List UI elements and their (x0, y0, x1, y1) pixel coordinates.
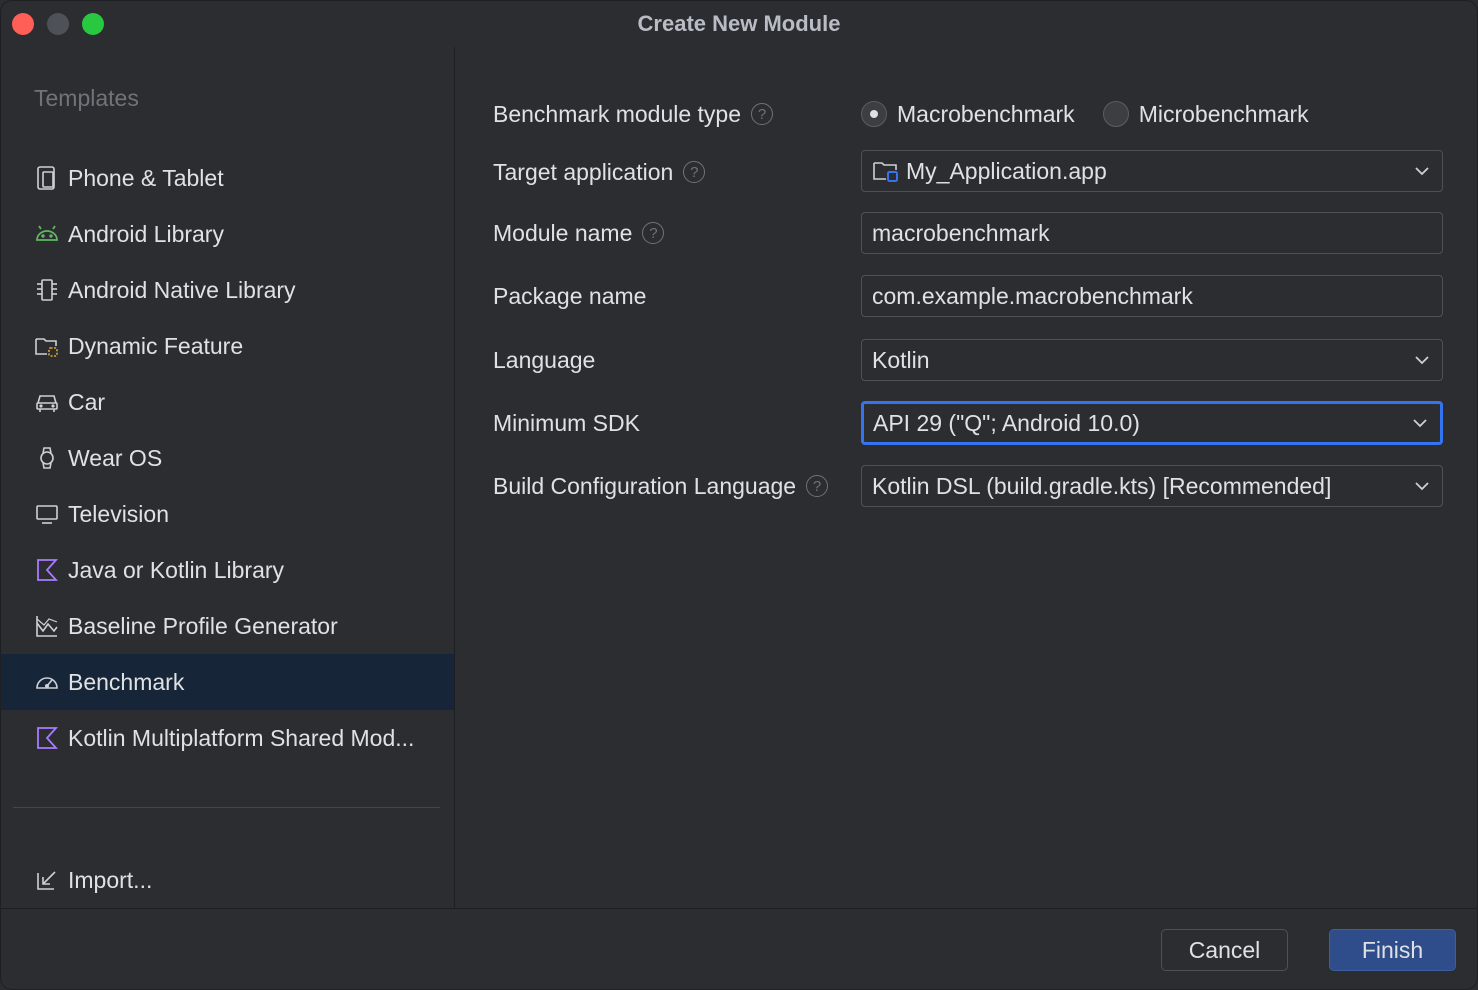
dynamic-folder-icon (33, 332, 61, 360)
benchmark-type-radio-group: Macrobenchmark Microbenchmark (861, 97, 1337, 131)
module-name-label: Module name ? (493, 212, 665, 254)
minimum-sdk-label: Minimum SDK (493, 409, 640, 436)
sidebar-item-label: Baseline Profile Generator (68, 612, 338, 639)
window-title: Create New Module (637, 11, 841, 36)
chevron-down-icon (1406, 418, 1434, 428)
language-dropdown[interactable]: Kotlin (861, 339, 1443, 381)
android-icon (33, 220, 61, 248)
sidebar-item-android-native-library[interactable]: Android Native Library (1, 262, 454, 318)
sidebar-item-label: Kotlin Multiplatform Shared Mod... (68, 724, 415, 751)
help-icon[interactable]: ? (806, 475, 829, 497)
build-config-language-label: Build Configuration Language ? (493, 465, 829, 507)
sidebar-item-label: Benchmark (68, 668, 185, 695)
sidebar-item-label: Dynamic Feature (68, 332, 244, 359)
help-icon[interactable]: ? (683, 161, 706, 183)
sidebar-item-label: Android Library (68, 220, 224, 247)
radio-unselected-indicator (1102, 101, 1129, 127)
help-icon[interactable]: ? (751, 103, 774, 125)
finish-button[interactable]: Finish (1329, 929, 1456, 971)
sidebar-item-baseline-profile-generator[interactable]: Baseline Profile Generator (1, 598, 454, 654)
import-icon (33, 866, 61, 894)
target-application-label: Target application ? (493, 151, 706, 193)
package-name-label: Package name (493, 282, 647, 309)
phone-tablet-icon (33, 164, 61, 192)
sidebar-item-label: Television (68, 500, 169, 527)
sidebar-item-television[interactable]: Television (1, 486, 454, 542)
templates-header: Templates (34, 85, 139, 111)
dialog-footer: Cancel Finish (1, 908, 1477, 989)
sidebar-item-dynamic-feature[interactable]: Dynamic Feature (1, 318, 454, 374)
chevron-down-icon (1408, 166, 1436, 176)
sidebar-item-label: Wear OS (68, 444, 163, 471)
car-icon (33, 388, 61, 416)
sidebar-item-android-library[interactable]: Android Library (1, 206, 454, 262)
title-bar: Create New Module (1, 1, 1477, 47)
build-config-language-dropdown[interactable]: Kotlin DSL (build.gradle.kts) [Recommend… (861, 465, 1443, 507)
module-config-form: Benchmark module type ? Macrobenchmark M… (455, 47, 1477, 908)
sidebar-item-label: Java or Kotlin Library (68, 556, 285, 583)
target-application-dropdown[interactable]: My_Application.app (861, 150, 1443, 192)
sidebar-item-phone-tablet[interactable]: Phone & Tablet (1, 150, 454, 206)
cancel-button[interactable]: Cancel (1161, 929, 1288, 971)
module-name-input[interactable]: macrobenchmark (861, 212, 1443, 254)
kotlin-icon (33, 556, 61, 584)
gauge-icon (33, 668, 61, 696)
sidebar-item-java-kotlin-library[interactable]: Java or Kotlin Library (1, 542, 454, 598)
import-label: Import... (68, 866, 153, 893)
package-name-input[interactable]: com.example.macrobenchmark (861, 275, 1443, 317)
microbenchmark-radio[interactable]: Microbenchmark (1102, 101, 1309, 128)
templates-sidebar: Templates Phone & Tablet Android Library… (1, 47, 455, 908)
sidebar-item-label: Android Native Library (68, 276, 296, 303)
module-folder-icon (872, 158, 900, 184)
import-button[interactable]: Import... (1, 852, 454, 908)
sidebar-item-label: Phone & Tablet (68, 164, 224, 191)
sidebar-item-kotlin-multiplatform[interactable]: Kotlin Multiplatform Shared Mod... (1, 710, 454, 766)
sidebar-item-wear-os[interactable]: Wear OS (1, 430, 454, 486)
help-icon[interactable]: ? (642, 222, 665, 244)
chip-icon (33, 276, 61, 304)
sidebar-divider (13, 807, 440, 808)
sidebar-item-benchmark[interactable]: Benchmark (1, 654, 454, 710)
benchmark-type-label: Benchmark module type ? (493, 97, 774, 131)
minimum-sdk-dropdown[interactable]: API 29 ("Q"; Android 10.0) (861, 401, 1443, 445)
macrobenchmark-radio[interactable]: Macrobenchmark (861, 101, 1075, 128)
chevron-down-icon (1408, 355, 1436, 365)
chevron-down-icon (1408, 481, 1436, 491)
create-new-module-dialog: Create New Module Templates Phone & Tabl… (0, 0, 1478, 990)
kotlin-icon (33, 724, 61, 752)
sidebar-item-label: Car (68, 388, 106, 415)
tv-icon (33, 500, 61, 528)
language-label: Language (493, 346, 596, 373)
chart-icon (33, 612, 61, 640)
sidebar-item-car[interactable]: Car (1, 374, 454, 430)
radio-selected-indicator (861, 101, 887, 127)
watch-icon (33, 444, 61, 472)
